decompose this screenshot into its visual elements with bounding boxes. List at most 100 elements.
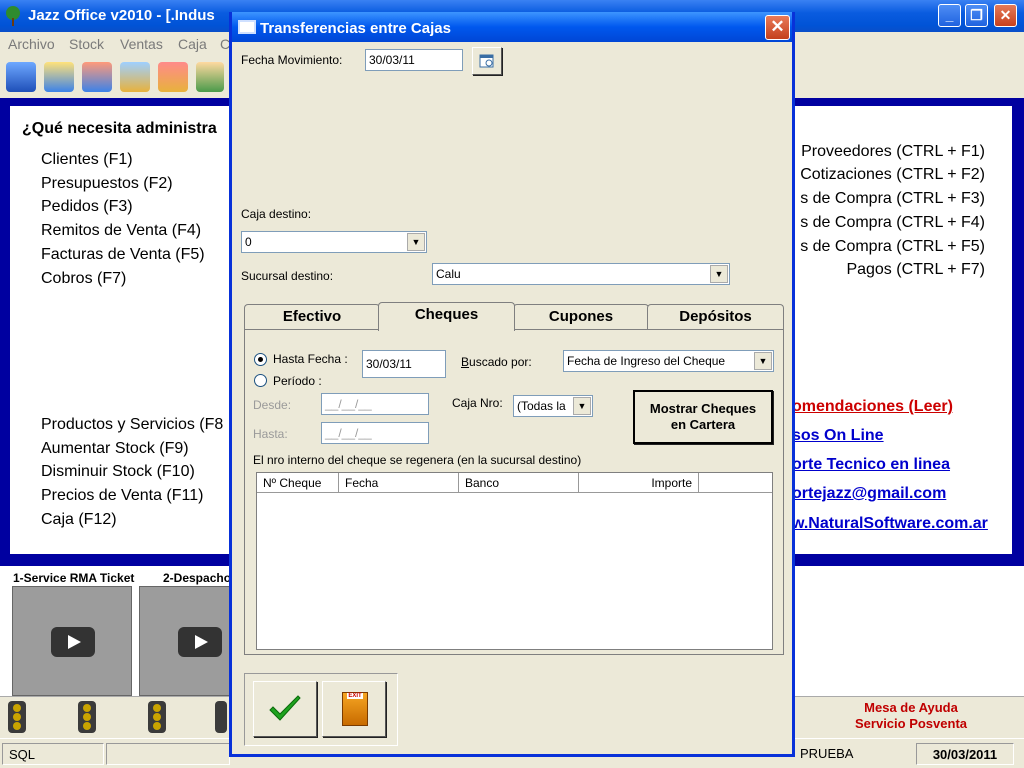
status-db: SQL	[2, 743, 104, 765]
menu-aumentar-stock[interactable]: Aumentar Stock (F9)	[41, 440, 189, 458]
mostrar-line-2: en Cartera	[670, 417, 736, 432]
tab-cheques[interactable]: Cheques	[378, 302, 515, 331]
dialog-title-bar: Transferencias entre Cajas ✕	[232, 12, 792, 42]
link-soporte[interactable]: orte Tecnico en linea	[792, 456, 950, 474]
caja-destino-select[interactable]: 0 ▼	[241, 231, 427, 253]
tab-cupones[interactable]: Cupones	[513, 304, 649, 330]
buscado-por-select[interactable]: Fecha de Ingreso del Cheque ▼	[563, 350, 774, 372]
database-icon[interactable]	[6, 62, 36, 92]
menu-compra-1[interactable]: s de Compra (CTRL + F3)	[800, 190, 985, 208]
buscado-por-value: Fecha de Ingreso del Cheque	[567, 354, 726, 368]
play-icon	[51, 627, 95, 657]
exit-label: EXIT	[347, 693, 363, 699]
transfer-dialog: Transferencias entre Cajas ✕ Fecha Movim…	[229, 12, 795, 757]
regenera-note: El nro interno del cheque se regenera (e…	[253, 453, 582, 467]
menu-cobros[interactable]: Cobros (F7)	[41, 270, 126, 288]
edit-icon[interactable]	[82, 62, 112, 92]
link-email[interactable]: ortejazz@gmail.com	[792, 485, 946, 503]
hasta-fecha-label: Hasta Fecha :	[273, 352, 348, 366]
dialog-close-button[interactable]: ✕	[765, 15, 790, 40]
tab-depositos[interactable]: Depósitos	[647, 304, 784, 330]
link-cursos[interactable]: sos On Line	[792, 427, 884, 445]
menu-compra-2[interactable]: s de Compra (CTRL + F4)	[800, 214, 985, 232]
col-empty	[699, 473, 772, 493]
menu-precios[interactable]: Precios de Venta (F11)	[41, 487, 203, 505]
chevron-down-icon[interactable]: ▼	[573, 397, 591, 415]
main-heading: ¿Qué necesita administra	[22, 120, 217, 137]
caja-nro-value: (Todas la	[517, 399, 566, 413]
maximize-button[interactable]: ❐	[965, 4, 988, 27]
col-fecha[interactable]: Fecha	[339, 473, 459, 493]
link-recomendaciones[interactable]: omendaciones (Leer)	[792, 398, 953, 416]
hasta-fecha-field[interactable]: 30/03/11	[362, 350, 446, 378]
pencil-icon[interactable]	[120, 62, 150, 92]
sucursal-destino-value: Calu	[436, 267, 461, 281]
minimize-button[interactable]: _	[938, 4, 961, 27]
video-title-2: 2-Despacho	[163, 571, 232, 585]
tree-icon	[6, 6, 20, 26]
menu-cotizaciones[interactable]: Cotizaciones (CTRL + F2)	[800, 166, 985, 184]
menu-proveedores[interactable]: Proveedores (CTRL + F1)	[801, 143, 985, 161]
checkmark-icon	[269, 695, 301, 721]
chevron-down-icon[interactable]: ▼	[407, 233, 425, 251]
buscado-por-text: uscado por:	[469, 355, 532, 369]
menu-compra-3[interactable]: s de Compra (CTRL + F5)	[800, 238, 985, 256]
video-thumbnail-1[interactable]	[12, 586, 132, 696]
tab-efectivo[interactable]: Efectivo	[244, 304, 380, 330]
menu-pedidos[interactable]: Pedidos (F3)	[41, 198, 133, 216]
menu-clientes[interactable]: Clientes (F1)	[41, 151, 133, 169]
video-title-1: 1-Service RMA Ticket	[13, 571, 135, 585]
brush-icon[interactable]	[158, 62, 188, 92]
traffic-light-icon	[215, 701, 227, 733]
play-icon	[178, 627, 222, 657]
desde-field[interactable]: __/__/__	[321, 393, 429, 415]
menu-productos[interactable]: Productos y Servicios (F8	[41, 416, 223, 434]
col-importe[interactable]: Importe	[579, 473, 699, 493]
menu-disminuir-stock[interactable]: Disminuir Stock (F10)	[41, 463, 195, 481]
menu-pagos[interactable]: Pagos (CTRL + F7)	[846, 261, 985, 279]
menu-ventas[interactable]: Ventas	[120, 36, 163, 52]
fecha-movimiento-label: Fecha Movimiento:	[241, 53, 343, 67]
menu-stock[interactable]: Stock	[69, 36, 104, 52]
confirm-button[interactable]	[253, 681, 317, 737]
help-desk-panel[interactable]: Mesa de Ayuda Servicio Posventa	[798, 697, 1024, 737]
menu-remitos[interactable]: Remitos de Venta (F4)	[41, 222, 201, 240]
menu-caja[interactable]: Caja (F12)	[41, 511, 117, 529]
caja-destino-value: 0	[245, 235, 252, 249]
status-empty	[106, 743, 230, 765]
exit-button[interactable]: EXIT	[322, 681, 386, 737]
radio-periodo[interactable]	[254, 374, 267, 387]
caja-nro-label: Caja Nro:	[452, 396, 503, 410]
main-title: Jazz Office v2010 - [.Indus	[28, 7, 215, 24]
menu-caja[interactable]: Caja	[178, 36, 207, 52]
document-icon[interactable]	[44, 62, 74, 92]
exit-door-icon: EXIT	[342, 692, 368, 726]
col-nro-cheque[interactable]: Nº Cheque	[257, 473, 339, 493]
chevron-down-icon[interactable]: ▼	[754, 352, 772, 370]
periodo-label: Período :	[273, 374, 322, 388]
window-icon	[238, 20, 256, 34]
buscado-por-label: Buscado por:	[461, 355, 532, 369]
link-website[interactable]: w.NaturalSoftware.com.ar	[792, 515, 988, 533]
cheques-grid[interactable]: Nº Cheque Fecha Banco Importe	[256, 472, 773, 650]
fecha-movimiento-field[interactable]: 30/03/11	[365, 49, 463, 71]
col-banco[interactable]: Banco	[459, 473, 579, 493]
calendar-icon	[479, 54, 494, 68]
sucursal-destino-select[interactable]: Calu ▼	[432, 263, 730, 285]
mostrar-line-1: Mostrar Cheques	[649, 401, 757, 416]
hasta-field[interactable]: __/__/__	[321, 422, 429, 444]
mostrar-cheques-button[interactable]: Mostrar Cheques en Cartera	[633, 390, 773, 444]
hasta-label: Hasta:	[253, 427, 288, 441]
menu-presupuestos[interactable]: Presupuestos (F2)	[41, 175, 173, 193]
calendar-button[interactable]	[472, 47, 502, 75]
close-button[interactable]: ✕	[994, 4, 1017, 27]
caja-nro-select[interactable]: (Todas la ▼	[513, 395, 593, 417]
radio-hasta-fecha[interactable]	[254, 353, 267, 366]
status-date: 30/03/2011	[916, 743, 1014, 765]
menu-archivo[interactable]: Archivo	[8, 36, 55, 52]
status-company: PRUEBA	[800, 746, 854, 761]
menu-facturas[interactable]: Facturas de Venta (F5)	[41, 246, 205, 264]
chevron-down-icon[interactable]: ▼	[710, 265, 728, 283]
caja-destino-label: Caja destino:	[241, 207, 312, 221]
user-icon[interactable]	[196, 62, 224, 92]
